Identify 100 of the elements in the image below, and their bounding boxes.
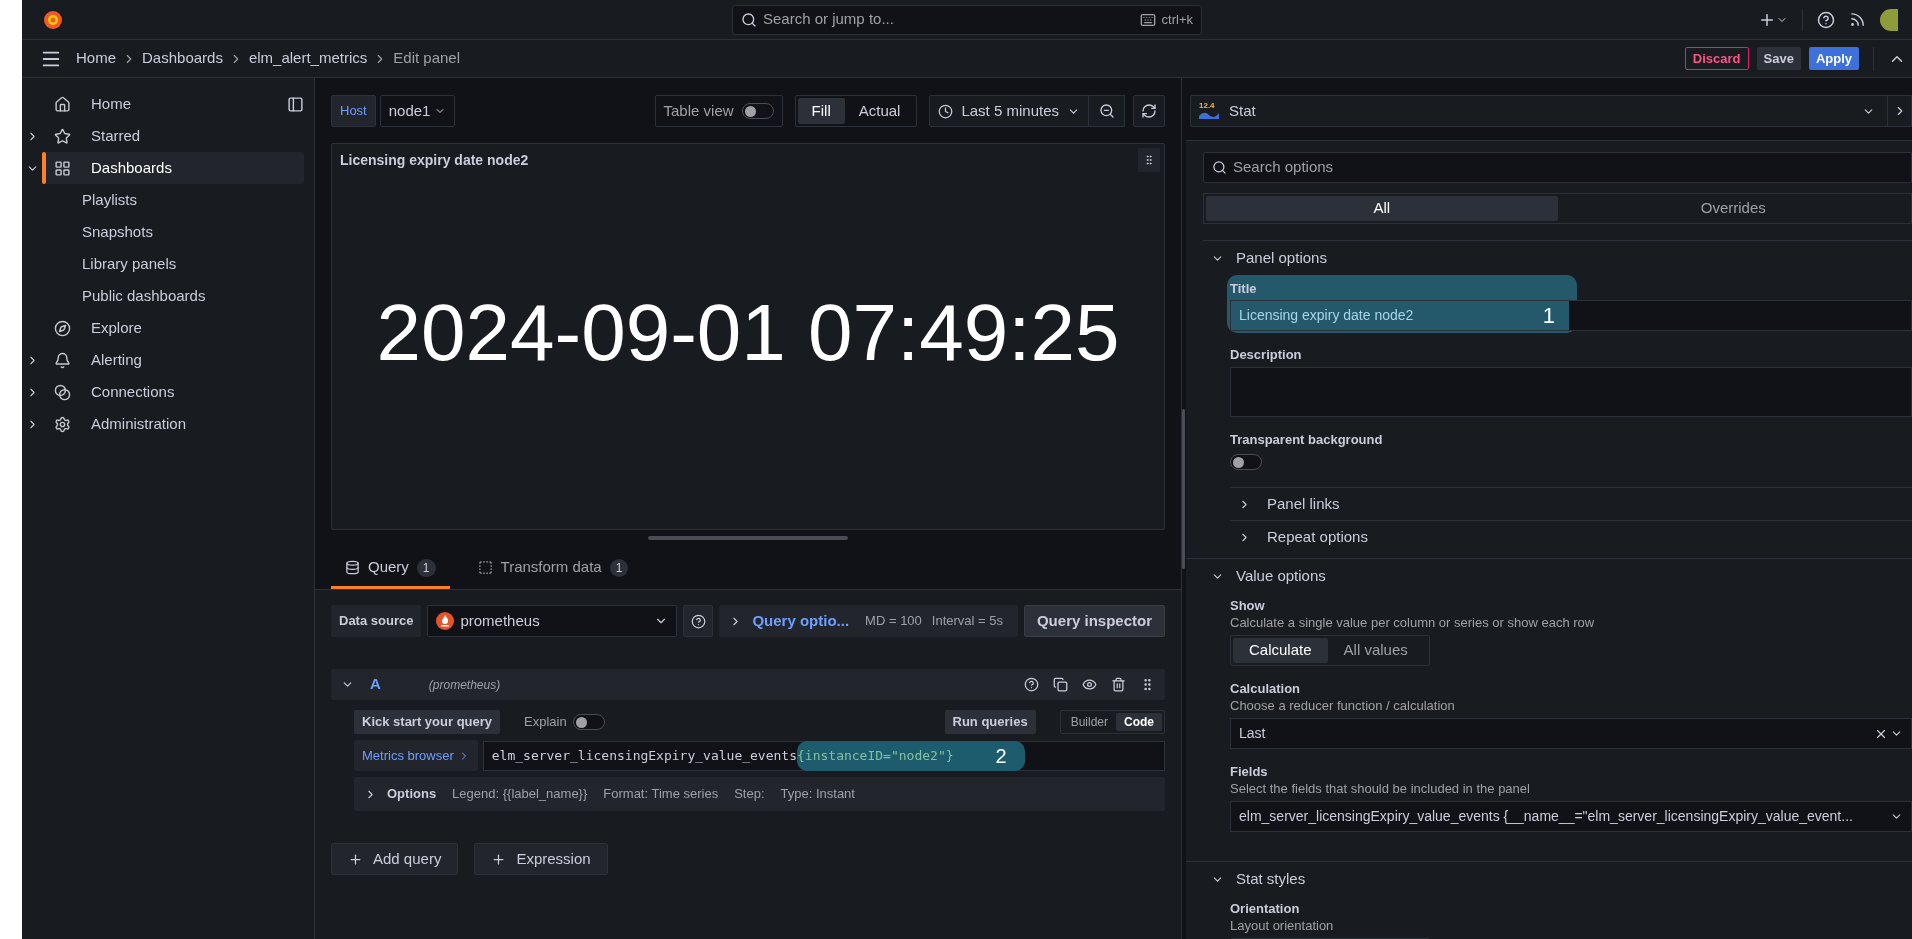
breadcrumb-link[interactable]: Dashboards [142,47,223,70]
action-button[interactable]: Apply [1808,47,1859,70]
help-button[interactable] [683,605,714,637]
nav-subitem[interactable]: Public dashboards [82,284,206,308]
section-header[interactable]: Panel options [1203,241,1912,275]
nav-item[interactable]: Starred [42,120,304,152]
nav-subitem[interactable]: Playlists [82,188,137,212]
nav-item[interactable]: Administration [42,408,304,440]
radio-option[interactable]: Calculate [1233,638,1328,663]
query-labels: {instanceID="node2"} [797,746,954,765]
rss-icon[interactable] [1849,11,1866,28]
input-value: Licensing expiry date node2 [1239,306,1414,325]
section-header[interactable]: Value options [1203,559,1912,593]
radio-option[interactable]: All values [1327,638,1424,663]
copy-icon[interactable] [1053,677,1068,692]
zoom-out-button[interactable] [1089,95,1125,127]
star-icon [54,127,71,145]
database-icon [345,560,360,575]
options-tab[interactable]: Overrides [1557,196,1909,221]
toggle-switch[interactable] [1230,454,1262,470]
field-label: Description [1230,347,1302,363]
panel-menu-button[interactable] [1138,148,1160,172]
nav-item[interactable]: Alerting [42,344,304,376]
query-datasource: (prometheus) [428,676,501,694]
metrics-browser-button[interactable]: Metrics browser [354,740,478,771]
query-options-row[interactable]: Options Legend: {{label_name}} Format: Time series Step: Type: Instant [354,777,1165,811]
nav-item[interactable]: Connections [42,376,304,408]
search-field[interactable]: Search or jump to... ctrl+k [732,4,1202,35]
dots-icon [1143,154,1155,166]
breadcrumb-link[interactable]: elm_alert_metrics [248,47,368,70]
nav-item[interactable]: Dashboards [42,152,304,184]
field-label: Title [1230,281,1257,297]
field-description: Choose a reducer function / calculation [1230,697,1455,714]
icon-label: 12.4 [1199,102,1215,110]
variable-select[interactable]: node1 [379,95,456,127]
zoom-out-icon [1098,103,1115,119]
nav-item[interactable]: Home [42,88,313,120]
count-badge: 1 [609,558,629,577]
settings-icon [54,415,71,433]
action-button[interactable]: Save [1756,47,1801,70]
field-label: Transparent background [1230,432,1383,448]
table-view-toggle[interactable]: Table view [654,95,783,127]
dock-icon[interactable] [287,95,304,113]
nav-subitem[interactable]: Library panels [82,252,177,276]
kick-start-button[interactable]: Kick start your query [354,710,501,734]
select-field[interactable]: elm_server_licensingExpiry_value_events {__name__="elm_server_licensingExpiry_value_event... [1230,801,1912,832]
collapsible-group[interactable]: Panel links [1230,487,1912,520]
user-avatar[interactable] [1880,8,1898,31]
visualization-picker[interactable]: 12.4 Stat [1190,95,1912,127]
select-field[interactable]: Last [1230,718,1912,749]
query-input[interactable]: elm_server_licensingExpiry_value_events{instanceID="node2"} 2 [482,740,1165,771]
nav-subitem[interactable]: Snapshots [82,220,153,244]
wave-icon [1199,110,1219,119]
resize-handle[interactable] [648,536,848,540]
query-options-bar[interactable]: Query optio... MD = 100 Interval = 5s [719,605,1018,637]
help-icon[interactable] [1024,677,1039,692]
query-inspector-button[interactable]: Query inspector [1023,605,1165,637]
field-label: Orientation [1230,901,1300,917]
radio-option[interactable]: Code [1116,713,1162,731]
step-text: Step: [734,785,765,804]
shortcut-hint: ctrl+k [1161,10,1193,29]
collapsible-group[interactable]: Repeat options [1230,520,1912,553]
run-queries-button[interactable]: Run queries [944,710,1036,734]
eye-icon[interactable] [1082,677,1097,692]
field-description: Layout orientation [1230,917,1334,934]
legend-text: Legend: {{label_name}} [452,785,588,804]
action-button[interactable]: Discard [1684,47,1749,70]
help-icon[interactable] [1817,10,1835,29]
section-header[interactable]: Stat styles [1203,862,1912,896]
query-metric: elm_server_licensingExpiry_value_events [491,746,797,765]
flame-logo-icon [436,612,455,630]
count-badge: 1 [416,558,436,577]
trash-icon[interactable] [1111,677,1126,692]
title-input[interactable]: Licensing expiry date node2 1 [1230,300,1912,331]
editor-tab[interactable]: Transform data 1 [463,549,643,589]
add-button[interactable]: Expression [474,843,608,875]
refresh-icon [1141,103,1157,119]
toggle-switch[interactable] [741,103,774,119]
nav-item[interactable]: Explore [42,312,304,344]
options-tab[interactable]: All [1206,196,1558,221]
bell-icon [54,351,71,369]
breadcrumb-link[interactable]: Edit panel [393,47,460,70]
search-options-field[interactable]: Search options [1203,152,1912,183]
data-source-select[interactable]: prometheus [427,605,678,637]
radio-option[interactable]: Actual [844,98,915,124]
query-options-link[interactable]: Query optio... [752,609,850,633]
interval-text: Interval = 5s [931,612,1004,631]
clock-icon [938,103,954,119]
time-range-picker[interactable]: Last 5 minutes [929,95,1089,127]
dotted-square-icon [477,560,493,575]
refresh-button[interactable] [1133,95,1165,127]
compass-icon [54,319,71,337]
explain-label: Explain [524,713,567,732]
breadcrumb-link[interactable]: Home [76,47,116,70]
add-button[interactable]: Add query [331,843,459,875]
splitter-handle[interactable] [1182,408,1185,569]
radio-option[interactable]: Builder [1062,713,1116,731]
radio-option[interactable]: Fill [797,98,845,124]
toggle-switch[interactable] [572,714,605,730]
format-text: Format: Time series [603,785,719,804]
